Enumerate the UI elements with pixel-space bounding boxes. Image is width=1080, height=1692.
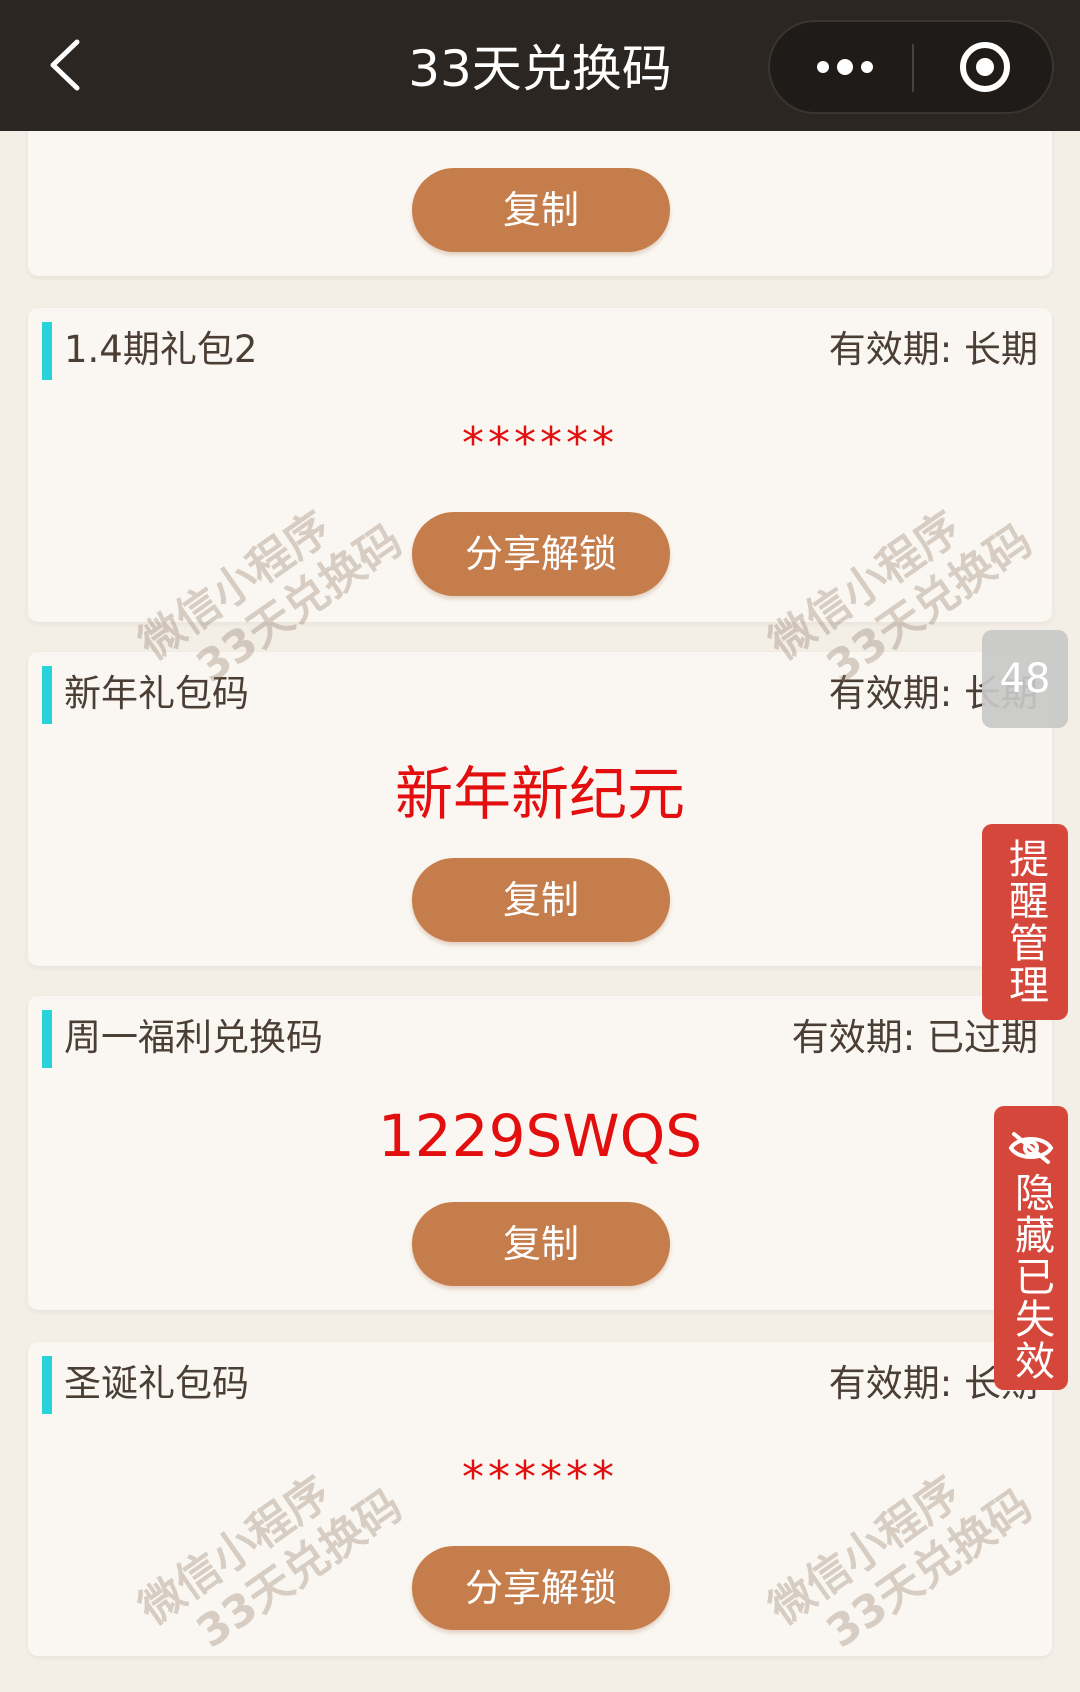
card-title: 1.4期礼包2 <box>64 328 258 371</box>
remind-manage-button[interactable]: 提醒管理 <box>982 824 1068 1020</box>
redeem-code: ****** <box>462 1452 618 1503</box>
close-button[interactable] <box>930 22 1040 112</box>
accent-bar <box>42 1356 52 1414</box>
code-card: 周一福利兑换码 有效期: 已过期 1229SWQS 复制 <box>28 996 1052 1310</box>
remind-manage-label: 提醒管理 <box>1002 838 1048 1006</box>
accent-bar <box>42 1010 52 1068</box>
hide-expired-button[interactable]: 隐藏已失效 <box>994 1106 1068 1390</box>
more-button[interactable] <box>790 22 900 112</box>
accent-bar <box>42 666 52 724</box>
page-title: 33天兑换码 <box>408 40 672 98</box>
share-unlock-button[interactable]: 分享解锁 <box>412 512 670 596</box>
capsule-divider <box>912 44 914 92</box>
code-card: 圣诞礼包码 有效期: 长期 ****** 分享解锁 <box>28 1342 1052 1656</box>
hide-expired-label: 隐藏已失效 <box>1008 1172 1054 1382</box>
copy-button[interactable]: 复制 <box>412 858 670 942</box>
accent-bar <box>42 322 52 380</box>
copy-button[interactable]: 复制 <box>412 168 670 252</box>
redeem-code: 1229SWQS <box>377 1102 703 1170</box>
redeem-code: 新年新纪元 <box>394 760 685 828</box>
copy-button[interactable]: 复制 <box>412 1202 670 1286</box>
back-button[interactable] <box>30 30 100 100</box>
nav-bar: 33天兑换码 <box>0 0 1080 131</box>
card-title: 周一福利兑换码 <box>64 1016 323 1059</box>
card-title: 圣诞礼包码 <box>64 1362 249 1405</box>
eye-off-icon <box>1008 1132 1054 1164</box>
chevron-left-icon <box>50 39 80 91</box>
count-badge[interactable]: 48 <box>982 630 1068 728</box>
redeem-code: ****** <box>462 418 618 469</box>
target-close-icon <box>960 42 1010 92</box>
share-unlock-button[interactable]: 分享解锁 <box>412 1546 670 1630</box>
validity-label: 有效期: 长期 <box>828 328 1038 371</box>
more-dots-icon <box>817 59 873 75</box>
menu-capsule <box>768 20 1054 114</box>
code-card: 新年礼包码 有效期: 长期 新年新纪元 复制 <box>28 652 1052 966</box>
code-card: 1.4期礼包2 有效期: 长期 ****** 分享解锁 <box>28 308 1052 622</box>
card-title: 新年礼包码 <box>64 672 249 715</box>
